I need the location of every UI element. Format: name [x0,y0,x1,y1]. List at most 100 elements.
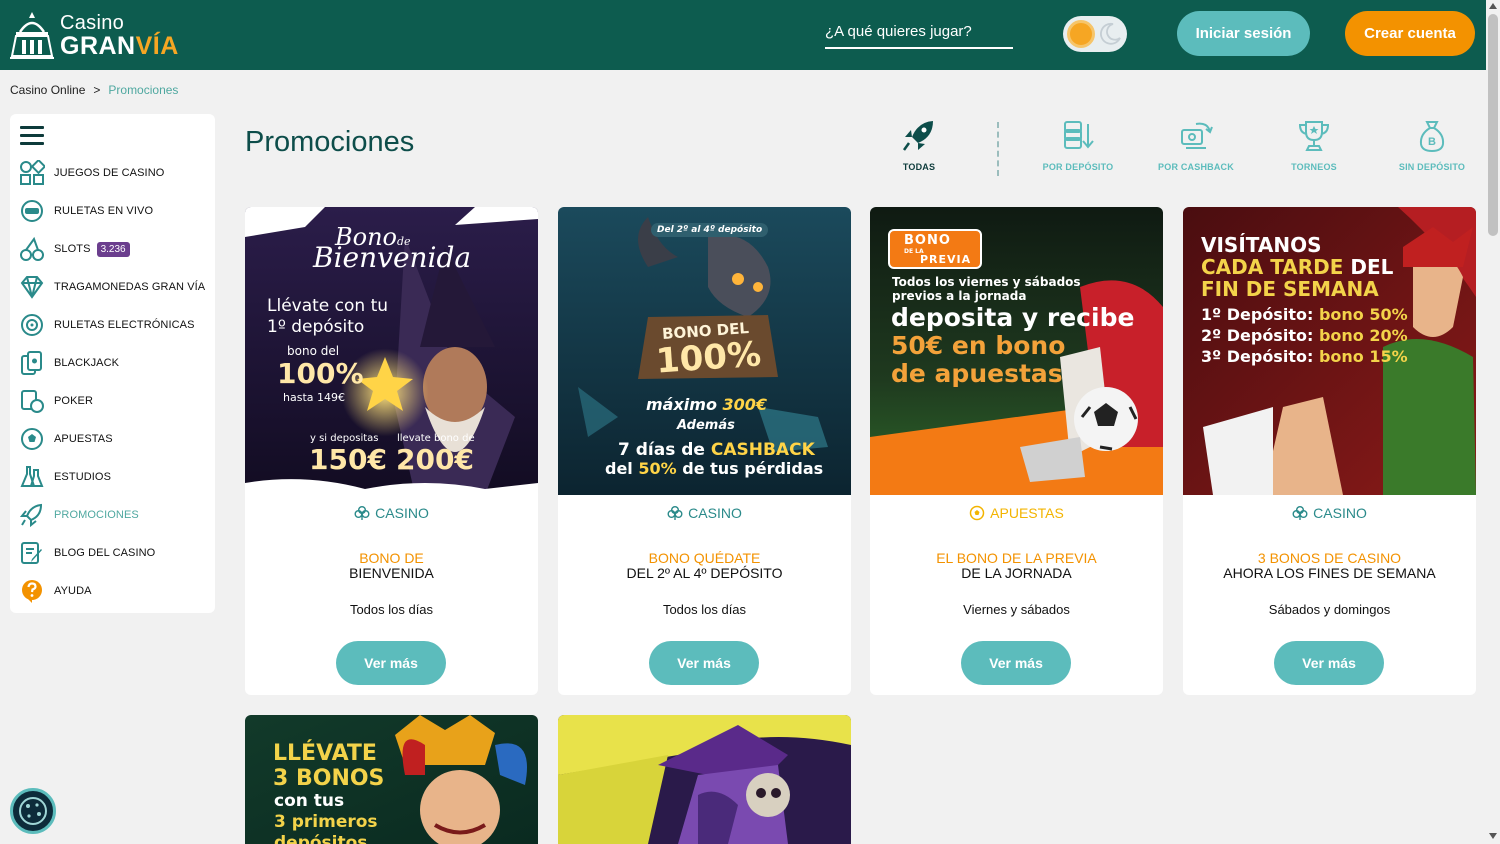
filter-label: TODAS [902,162,936,172]
sun-icon [1067,20,1095,48]
cherries-icon [18,235,46,263]
sidebar-item-label: BLOG DEL CASINO [54,547,156,559]
promo-title-highlight: EL BONO DE LA PREVIA [936,550,1097,566]
promo-availability: Sábados y domingos [1268,602,1391,617]
login-button[interactable]: Iniciar sesión [1177,11,1310,56]
sidebar-item-label: TRAGAMONEDAS GRAN VÍA [54,281,206,293]
filter-por-cashback[interactable]: POR CASHBACK [1151,118,1241,178]
banner-headline-2: Bienvenida [313,241,472,274]
promo-category: CASINO [1183,505,1476,521]
clover-icon [354,506,370,520]
cookie-settings-button[interactable] [10,788,56,834]
sidebar-item-ayuda[interactable]: AYUDA [18,576,213,606]
help-icon [18,577,46,605]
ver-mas-button[interactable]: Ver más [336,641,446,685]
promo-title: AHORA LOS FINES DE SEMANA [1223,565,1436,581]
banner-text: 50€ en bono [891,331,1066,360]
sidebar-item-label: PROMOCIONES [54,509,139,521]
breadcrumb: Casino Online > Promociones [10,83,178,97]
filter-sin-deposito[interactable]: B SIN DEPÓSITO [1387,118,1477,178]
slots-count-badge: 3.236 [96,241,130,257]
banner-text: máximo 300€ [646,395,768,414]
banner-text: 1º depósito [267,317,365,337]
filter-label: TORNEOS [1291,162,1337,172]
witch-banner-art [558,715,851,844]
banner-text: hasta 149€ [283,391,345,404]
promo-title: DE LA JORNADA [961,565,1072,581]
banner-text: Además [677,418,735,433]
ver-mas-button[interactable]: Ver más [649,641,759,685]
sidebar-item-blog-del-casino[interactable]: BLOG DEL CASINO [18,538,213,568]
blog-edit-icon [18,539,46,567]
clover-icon [667,506,683,520]
sidebar-item-ruletas-electronicas[interactable]: RULETAS ELECTRÓNICAS [18,310,213,340]
promo-card-bono-quedate[interactable]: Del 2º al 4º depósito BONO DEL 100% máxi… [558,207,851,695]
games-grid-icon [18,159,46,187]
promo-title: BIENVENIDA [349,565,434,581]
sidebar-item-label: BLACKJACK [54,357,120,369]
scroll-thumb[interactable] [1488,14,1498,236]
ver-mas-button[interactable]: Ver más [1274,641,1384,685]
promo-banner-image[interactable]: BONO DE LA PREVIA Todos los viernes y sá… [870,207,1163,495]
filter-label: POR DEPÓSITO [1042,162,1114,172]
banner-text: VISÍTANOS [1201,233,1322,257]
hamburger-menu-icon[interactable] [20,126,44,146]
ver-mas-button[interactable]: Ver más [961,641,1071,685]
banner-text: 3º Depósito: bono 15% [1201,347,1408,366]
sidebar-item-poker[interactable]: POKER [18,386,213,416]
svg-text:B: B [1428,136,1436,148]
trophy-icon [1298,121,1330,151]
lab-flask-icon [18,463,46,491]
sidebar-item-blackjack[interactable]: BLACKJACK [18,348,213,378]
filter-todas[interactable]: TODAS [874,118,964,178]
moon-icon [1100,22,1121,45]
sidebar-item-juegos-de-casino[interactable]: JUEGOS DE CASINO [18,158,213,188]
rocket-icon [902,121,933,151]
banner-text: 3 primeros [274,812,378,832]
sidebar-item-apuestas[interactable]: APUESTAS [18,424,213,454]
scroll-up-arrow-icon[interactable] [1489,3,1497,9]
banner-percent: 100% [654,334,763,382]
sidebar-item-slots[interactable]: SLOTS 3.236 [18,234,213,264]
scroll-down-arrow-icon[interactable] [1489,833,1497,839]
promo-availability: Todos los días [662,602,747,617]
sidebar-item-label: POKER [54,395,94,407]
promo-banner-image[interactable]: LLÉVATE 3 BONOS con tus 3 primeros depós… [245,715,538,844]
promo-card-llevate-3-bonos[interactable]: LLÉVATE 3 BONOS con tus 3 primeros depós… [245,715,538,844]
sidebar-item-promociones[interactable]: PROMOCIONES [18,500,213,530]
bono-previa-badge: BONO DE LA PREVIA [888,229,982,269]
promo-card-witch[interactable] [558,715,851,844]
soccer-ball-icon [18,425,46,453]
promo-title-highlight: BONO QUÉDATE [648,550,761,566]
banner-text: con tus [274,791,345,811]
banner-tag: Del 2º al 4º depósito [651,223,769,237]
sidebar-item-ruletas-en-vivo[interactable]: RULETAS EN VIVO [18,196,213,226]
register-button[interactable]: Crear cuenta [1345,11,1475,56]
promo-title: DEL 2º AL 4º DEPÓSITO [626,565,783,581]
promo-banner-image[interactable] [558,715,851,844]
banner-text: deposita y recibe [891,303,1135,332]
banner-text: Todos los viernes y sábados [892,275,1081,289]
filter-torneos[interactable]: TORNEOS [1269,118,1359,178]
promo-banner-image[interactable]: Bonode Bienvenida Llévate con tu 1º depó… [245,207,538,495]
promo-card-bono-bienvenida[interactable]: Bonode Bienvenida Llévate con tu 1º depó… [245,207,538,695]
sidebar-item-estudios[interactable]: ESTUDIOS [18,462,213,492]
sidebar-item-tragamonedas-gran-via[interactable]: TRAGAMONEDAS GRAN VÍA [18,272,213,302]
filter-por-deposito[interactable]: POR DEPÓSITO [1033,118,1123,178]
casino-granvia-logo[interactable]: Casino GRANVÍA [8,8,178,60]
page-scrollbar[interactable] [1486,0,1500,844]
promo-availability: Viernes y sábados [963,602,1070,617]
search-input[interactable] [825,16,1013,46]
promo-card-3-bonos-fin-de-semana[interactable]: VISÍTANOS CADA TARDE DEL FIN DE SEMANA 1… [1183,207,1476,695]
breadcrumb-home-link[interactable]: Casino Online [10,83,85,97]
promo-banner-image[interactable]: VISÍTANOS CADA TARDE DEL FIN DE SEMANA 1… [1183,207,1476,495]
sidebar-item-label: ESTUDIOS [54,471,112,483]
banner-text: previos a la jornada [892,289,1027,303]
money-bag-icon: B [1419,121,1445,153]
cookie-icon [19,797,47,825]
promo-card-bono-previa[interactable]: BONO DE LA PREVIA Todos los viernes y sá… [870,207,1163,695]
banner-percent: 100% [277,357,364,390]
promo-banner-image[interactable]: Del 2º al 4º depósito BONO DEL 100% máxi… [558,207,851,495]
banner-text: de apuestas [891,359,1063,388]
theme-toggle[interactable] [1063,16,1127,52]
